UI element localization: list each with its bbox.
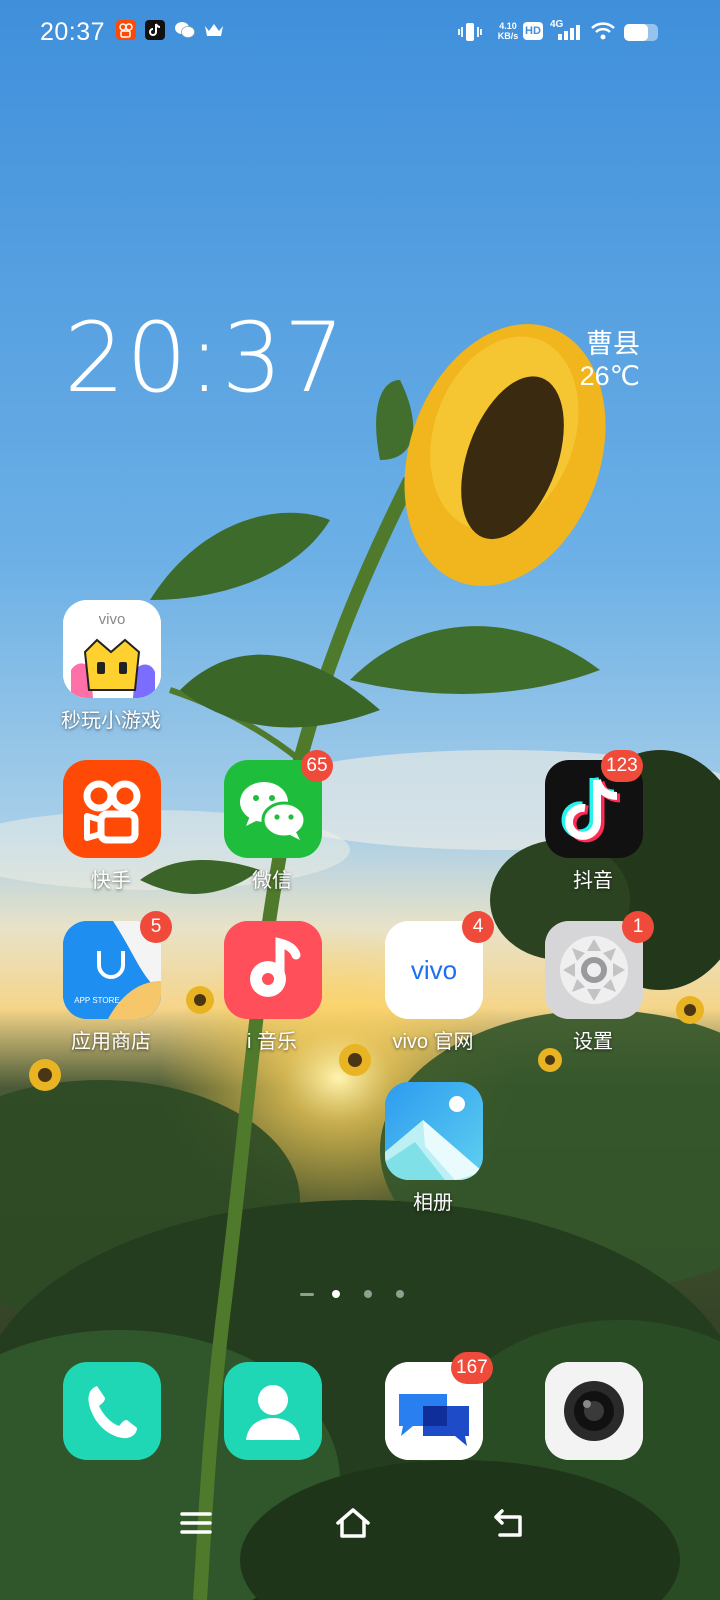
kuaishou-notification-icon [116,20,136,40]
mini-games-icon: vivo [63,600,161,698]
nav-home-button[interactable] [334,1505,372,1546]
settings-badge: 1 [622,911,654,943]
vibrate-icon [458,22,482,47]
douyin-unread-badge: 123 [601,750,643,782]
status-bar: 20:37 4.10 KB/s HD 4G [0,0,720,66]
wifi-icon [590,21,616,46]
i-music-icon [224,921,322,1019]
app-store-icon-text: APP STORE [74,996,120,1005]
status-time: 20:37 [40,18,106,46]
weather-temperature[interactable]: 26℃ [580,361,640,392]
app-label: 抖音 [573,870,613,892]
menu-icon [180,1512,212,1534]
vivo-official-badge: 4 [462,911,494,943]
back-icon [494,1509,522,1537]
app-label: 微信 [252,870,292,892]
app-label: 秒玩小游戏 [61,710,161,732]
contacts-icon [224,1362,322,1460]
vivo-mini-logo-text: vivo [99,611,126,628]
network-speed-unit: KB/s [497,31,519,41]
app-label: i 音乐 [247,1031,297,1053]
network-speed: 4.10 KB/s [491,21,525,41]
page-indicator-dot[interactable] [396,1290,404,1298]
network-speed-value: 4.10 [499,21,517,31]
phone-icon [63,1362,161,1460]
app-label: 相册 [413,1192,453,1214]
gallery-icon [385,1082,483,1180]
wechat-notification-icon [174,20,196,45]
camera-icon [545,1362,643,1460]
home-icon [336,1508,370,1538]
nav-menu-button[interactable] [178,1505,214,1546]
page-indicator-home[interactable] [300,1293,314,1296]
cellular-signal-icon [552,22,582,47]
clock-widget-time[interactable]: 20:37 [64,302,346,414]
messages-unread-badge: 167 [451,1352,493,1384]
douyin-notification-icon [145,20,165,40]
app-label: 快手 [91,870,131,892]
app-store-update-badge: 5 [140,911,172,943]
app-label: 应用商店 [71,1031,151,1053]
battery-icon [624,24,658,41]
page-indicator-dot-active[interactable] [332,1290,340,1298]
crown-icon [203,20,225,45]
vivo-logo-text: vivo [411,955,457,985]
nav-back-button[interactable] [492,1505,528,1546]
wechat-unread-badge: 65 [301,750,333,782]
page-indicator-dot[interactable] [364,1290,372,1298]
app-label: vivo 官网 [392,1031,474,1053]
weather-city[interactable]: 曹县 [586,322,640,361]
battery-level-fill [624,24,648,41]
app-label: 设置 [573,1031,613,1053]
hd-icon: HD [523,22,543,40]
kuaishou-icon [63,760,161,858]
